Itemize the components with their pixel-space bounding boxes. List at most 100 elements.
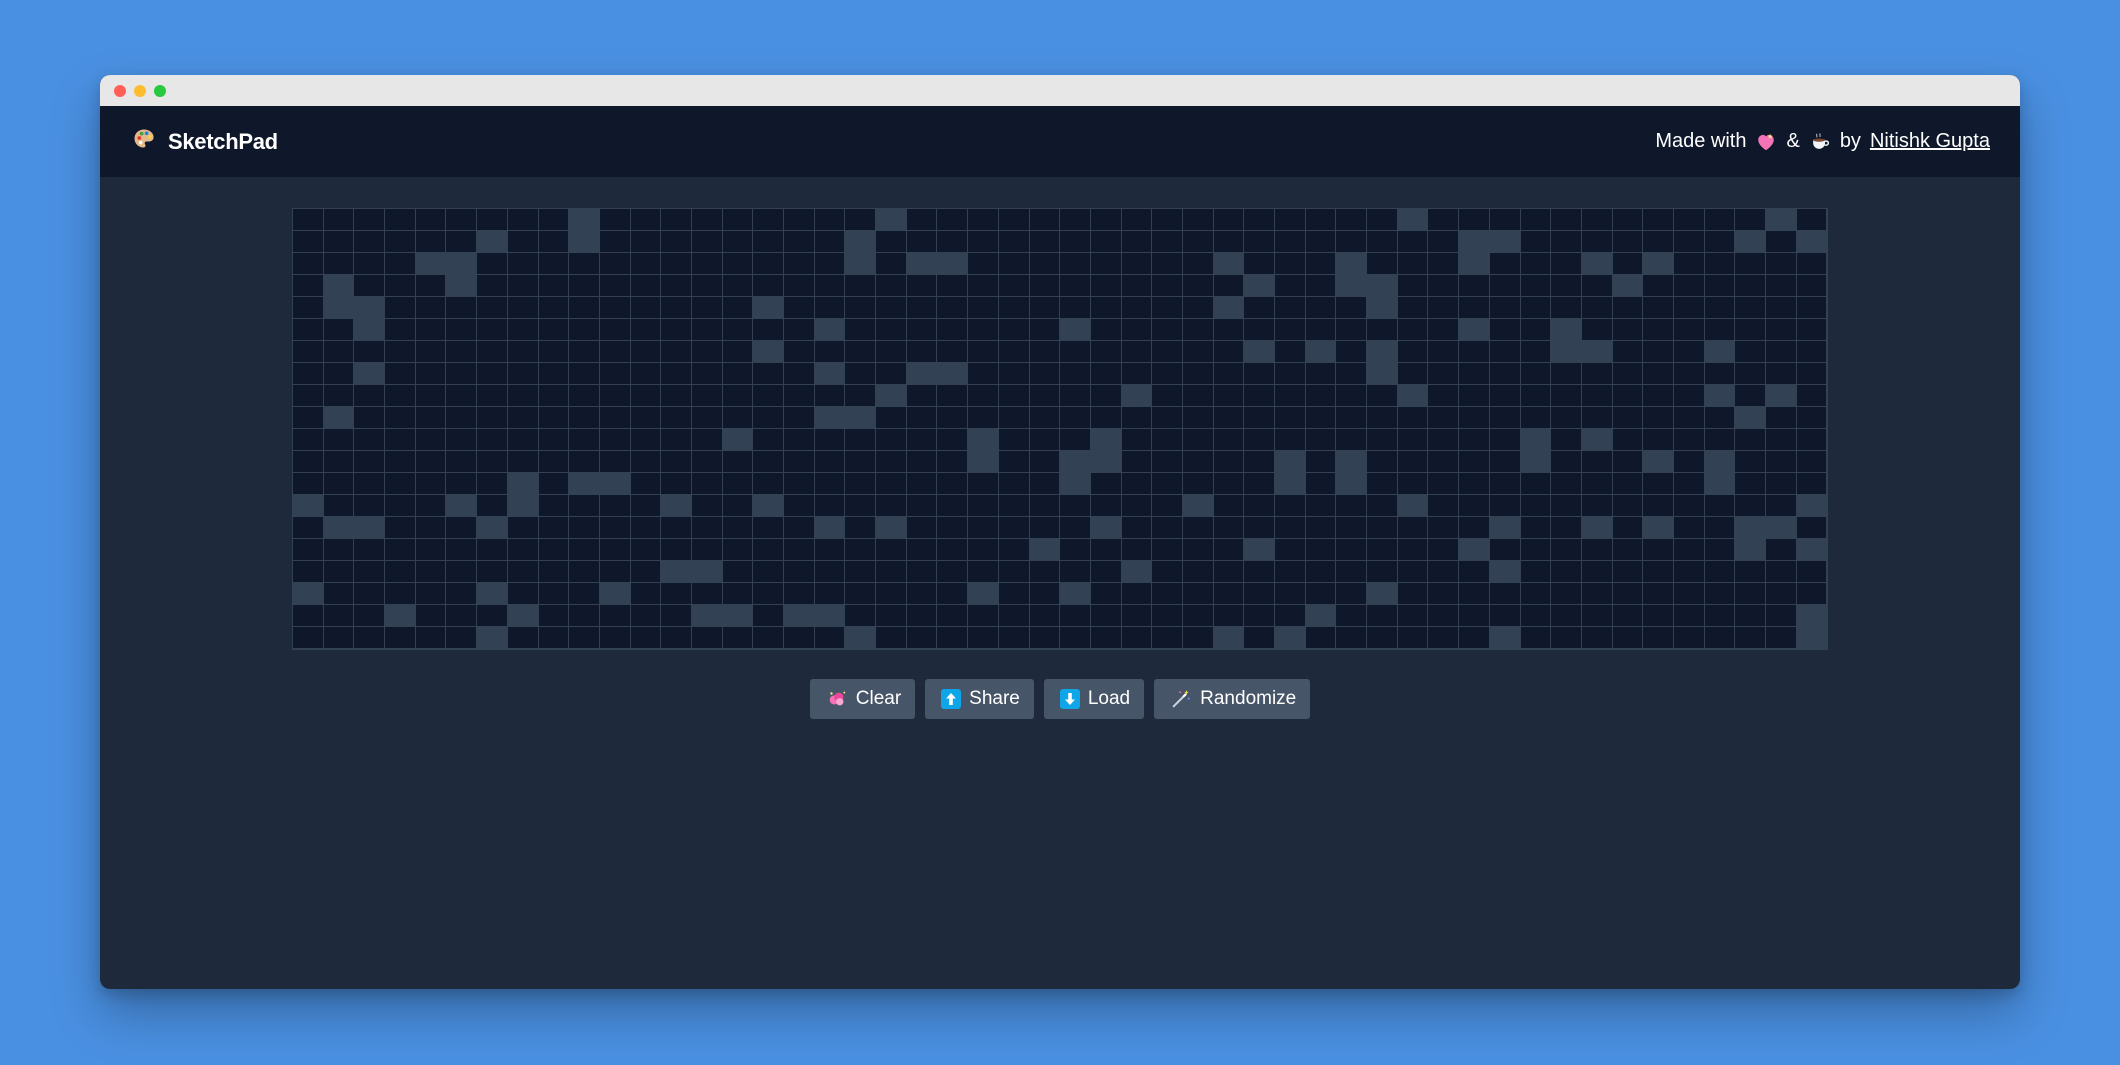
grid-cell[interactable]: [1643, 341, 1674, 363]
grid-cell[interactable]: [691, 319, 723, 341]
grid-cell[interactable]: [1428, 583, 1460, 605]
grid-cell[interactable]: [323, 363, 355, 385]
grid-cell[interactable]: [538, 627, 570, 649]
grid-cell[interactable]: [845, 539, 877, 561]
grid-cell[interactable]: [661, 341, 692, 363]
grid-cell[interactable]: [507, 363, 539, 385]
grid-cell[interactable]: [323, 605, 355, 627]
grid-cell[interactable]: [1152, 297, 1183, 319]
grid-cell[interactable]: [1704, 209, 1736, 231]
grid-cell[interactable]: [906, 209, 938, 231]
grid-cell[interactable]: [1367, 517, 1398, 539]
grid-cell[interactable]: [1121, 627, 1153, 649]
grid-cell[interactable]: [661, 605, 692, 627]
grid-cell[interactable]: [1152, 209, 1183, 231]
grid-cell[interactable]: [1152, 363, 1183, 385]
grid-cell[interactable]: [1305, 275, 1337, 297]
grid-cell[interactable]: [1459, 517, 1490, 539]
grid-cell[interactable]: [1244, 297, 1275, 319]
grid-cell[interactable]: [1551, 209, 1582, 231]
grid-cell[interactable]: [569, 231, 600, 253]
grid-cell[interactable]: [354, 495, 386, 517]
grid-cell[interactable]: [1121, 319, 1153, 341]
grid-cell[interactable]: [814, 539, 846, 561]
grid-cell[interactable]: [1489, 407, 1521, 429]
grid-cell[interactable]: [1336, 253, 1368, 275]
grid-cell[interactable]: [1029, 473, 1061, 495]
grid-cell[interactable]: [876, 627, 907, 649]
grid-cell[interactable]: [1060, 209, 1091, 231]
grid-cell[interactable]: [1060, 275, 1091, 297]
grid-cell[interactable]: [569, 209, 600, 231]
grid-cell[interactable]: [1796, 473, 1828, 495]
grid-cell[interactable]: [599, 539, 631, 561]
grid-cell[interactable]: [1520, 561, 1552, 583]
grid-cell[interactable]: [1121, 473, 1153, 495]
grid-cell[interactable]: [507, 561, 539, 583]
grid-cell[interactable]: [1489, 385, 1521, 407]
grid-cell[interactable]: [1551, 539, 1582, 561]
grid-cell[interactable]: [1796, 275, 1828, 297]
grid-cell[interactable]: [876, 385, 907, 407]
grid-cell[interactable]: [538, 319, 570, 341]
grid-cell[interactable]: [415, 517, 447, 539]
grid-cell[interactable]: [599, 319, 631, 341]
grid-cell[interactable]: [1152, 627, 1183, 649]
grid-cell[interactable]: [968, 583, 999, 605]
grid-cell[interactable]: [784, 561, 815, 583]
grid-cell[interactable]: [876, 495, 907, 517]
grid-cell[interactable]: [814, 253, 846, 275]
grid-cell[interactable]: [538, 539, 570, 561]
grid-cell[interactable]: [446, 363, 478, 385]
grid-cell[interactable]: [1643, 605, 1674, 627]
grid-cell[interactable]: [1735, 539, 1766, 561]
grid-cell[interactable]: [538, 517, 570, 539]
grid-cell[interactable]: [1704, 605, 1736, 627]
grid-cell[interactable]: [599, 407, 631, 429]
grid-cell[interactable]: [630, 407, 662, 429]
grid-cell[interactable]: [1182, 363, 1214, 385]
grid-cell[interactable]: [1244, 429, 1275, 451]
grid-cell[interactable]: [998, 561, 1030, 583]
grid-cell[interactable]: [507, 605, 539, 627]
grid-cell[interactable]: [1643, 495, 1674, 517]
grid-cell[interactable]: [1643, 253, 1674, 275]
grid-cell[interactable]: [1612, 473, 1644, 495]
grid-cell[interactable]: [1213, 539, 1245, 561]
grid-cell[interactable]: [477, 231, 508, 253]
grid-cell[interactable]: [1060, 583, 1091, 605]
grid-cell[interactable]: [691, 231, 723, 253]
grid-cell[interactable]: [937, 297, 969, 319]
grid-cell[interactable]: [1704, 363, 1736, 385]
grid-cell[interactable]: [1121, 253, 1153, 275]
grid-cell[interactable]: [1643, 429, 1674, 451]
grid-cell[interactable]: [1090, 209, 1122, 231]
grid-cell[interactable]: [1305, 231, 1337, 253]
grid-cell[interactable]: [845, 495, 877, 517]
grid-cell[interactable]: [1367, 429, 1398, 451]
grid-cell[interactable]: [1182, 407, 1214, 429]
grid-cell[interactable]: [1581, 319, 1613, 341]
grid-cell[interactable]: [968, 231, 999, 253]
grid-cell[interactable]: [1489, 231, 1521, 253]
grid-cell[interactable]: [1581, 539, 1613, 561]
grid-cell[interactable]: [323, 539, 355, 561]
grid-cell[interactable]: [1244, 561, 1275, 583]
grid-cell[interactable]: [1152, 517, 1183, 539]
grid-cell[interactable]: [446, 539, 478, 561]
grid-cell[interactable]: [1090, 341, 1122, 363]
grid-cell[interactable]: [1060, 319, 1091, 341]
grid-cell[interactable]: [1336, 561, 1368, 583]
grid-cell[interactable]: [784, 429, 815, 451]
grid-cell[interactable]: [1673, 495, 1705, 517]
grid-cell[interactable]: [354, 605, 386, 627]
grid-cell[interactable]: [845, 561, 877, 583]
grid-cell[interactable]: [538, 561, 570, 583]
grid-cell[interactable]: [415, 473, 447, 495]
grid-cell[interactable]: [1520, 319, 1552, 341]
grid-cell[interactable]: [293, 605, 324, 627]
grid-cell[interactable]: [1612, 253, 1644, 275]
grid-cell[interactable]: [599, 275, 631, 297]
grid-cell[interactable]: [1213, 627, 1245, 649]
grid-cell[interactable]: [1428, 341, 1460, 363]
